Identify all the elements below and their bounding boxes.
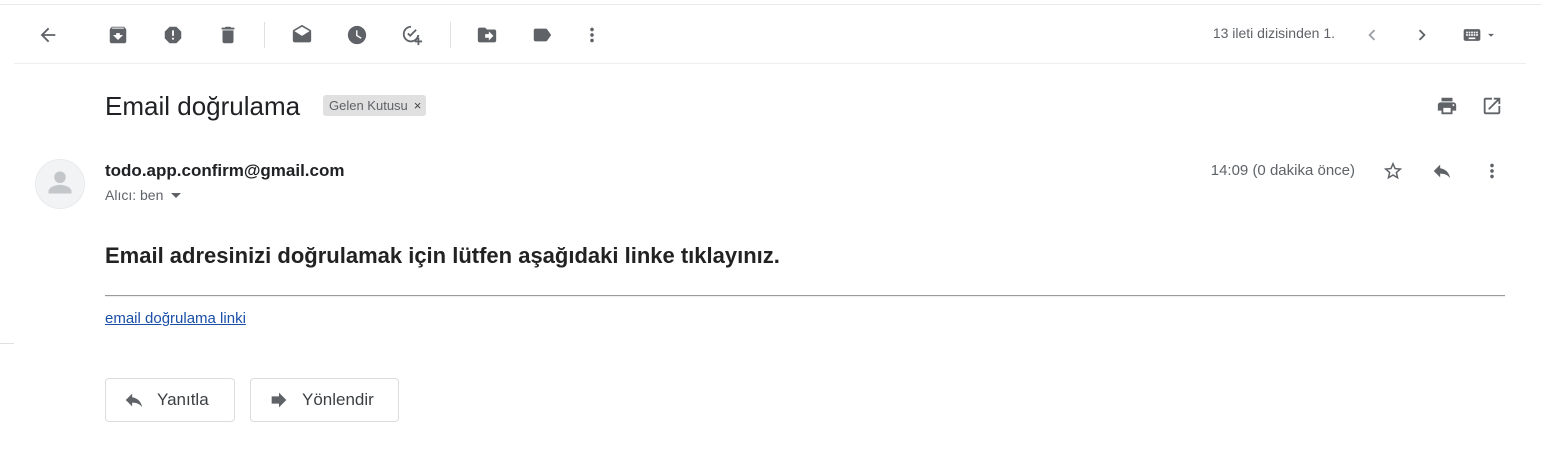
add-task-icon bbox=[402, 25, 423, 46]
trash-icon bbox=[221, 26, 235, 44]
remove-label-icon[interactable]: × bbox=[414, 98, 422, 113]
toolbar-separator bbox=[450, 22, 451, 48]
message-more-button[interactable] bbox=[1476, 155, 1508, 187]
label-chip[interactable]: Gelen Kutusu × bbox=[323, 95, 427, 116]
back-arrow-icon bbox=[40, 27, 56, 43]
verification-link[interactable]: email doğrulama linki bbox=[105, 310, 246, 327]
older-button[interactable] bbox=[1404, 17, 1440, 53]
labels-button[interactable] bbox=[524, 17, 560, 53]
open-in-new-icon bbox=[1483, 97, 1501, 115]
input-tools-button[interactable] bbox=[1454, 17, 1504, 53]
mark-unread-icon bbox=[292, 24, 312, 43]
keyboard-icon bbox=[1463, 29, 1481, 41]
delete-button[interactable] bbox=[210, 17, 246, 53]
pager-text: 13 ileti dizisinden 1. bbox=[1212, 25, 1335, 41]
recipient-text: Alıcı: ben bbox=[105, 187, 164, 203]
mark-unread-button[interactable] bbox=[284, 17, 320, 53]
archive-button[interactable] bbox=[100, 17, 136, 53]
snooze-button[interactable] bbox=[339, 17, 375, 53]
archive-icon bbox=[109, 26, 127, 44]
move-to-button[interactable] bbox=[469, 17, 505, 53]
star-outline-icon bbox=[1383, 161, 1403, 180]
forward-icon bbox=[271, 392, 287, 408]
sender-avatar bbox=[35, 159, 85, 209]
body-heading: Email adresinizi doğrulamak için lütfen … bbox=[105, 243, 780, 268]
newer-button[interactable] bbox=[1354, 17, 1390, 53]
toolbar-separator bbox=[264, 22, 265, 48]
label-chip-text: Gelen Kutusu bbox=[329, 98, 408, 113]
label-icon bbox=[533, 28, 552, 42]
reply-icon bbox=[1433, 164, 1451, 179]
reply-button-label: Yanıtla bbox=[157, 390, 209, 409]
more-vert-icon bbox=[1490, 163, 1494, 179]
print-icon bbox=[1437, 97, 1457, 115]
forward-button-label: Yönlendir bbox=[302, 390, 374, 409]
clock-icon bbox=[347, 25, 367, 45]
reply-button[interactable]: Yanıtla bbox=[105, 378, 235, 422]
add-to-tasks-button[interactable] bbox=[394, 17, 430, 53]
more-vert-icon bbox=[590, 27, 594, 43]
back-button[interactable] bbox=[30, 17, 66, 53]
caret-down-icon bbox=[1488, 33, 1494, 37]
caret-down-icon bbox=[171, 192, 182, 198]
open-new-window-button[interactable] bbox=[1476, 90, 1508, 122]
person-icon bbox=[48, 171, 72, 194]
message-timestamp: 14:09 (0 dakika önce) bbox=[1210, 162, 1355, 179]
body-divider bbox=[105, 295, 1505, 297]
reply-icon bbox=[125, 393, 143, 408]
sender-email[interactable]: todo.app.confirm@gmail.com bbox=[105, 161, 344, 181]
report-spam-button[interactable] bbox=[155, 17, 191, 53]
divider bbox=[0, 343, 14, 344]
message-toolbar: 13 ileti dizisinden 1. bbox=[14, 5, 1526, 64]
reply-icon-button[interactable] bbox=[1426, 155, 1458, 187]
more-options-button[interactable] bbox=[574, 17, 610, 53]
report-spam-icon bbox=[164, 26, 182, 44]
print-all-button[interactable] bbox=[1431, 90, 1463, 122]
forward-button[interactable]: Yönlendir bbox=[250, 378, 399, 422]
chevron-right-icon bbox=[1418, 29, 1426, 41]
message-subject: Email doğrulama bbox=[105, 91, 301, 121]
chevron-left-icon bbox=[1368, 29, 1376, 41]
star-button[interactable] bbox=[1377, 155, 1409, 187]
move-to-folder-icon bbox=[477, 27, 497, 43]
recipient-details[interactable]: Alıcı: ben bbox=[105, 187, 182, 203]
